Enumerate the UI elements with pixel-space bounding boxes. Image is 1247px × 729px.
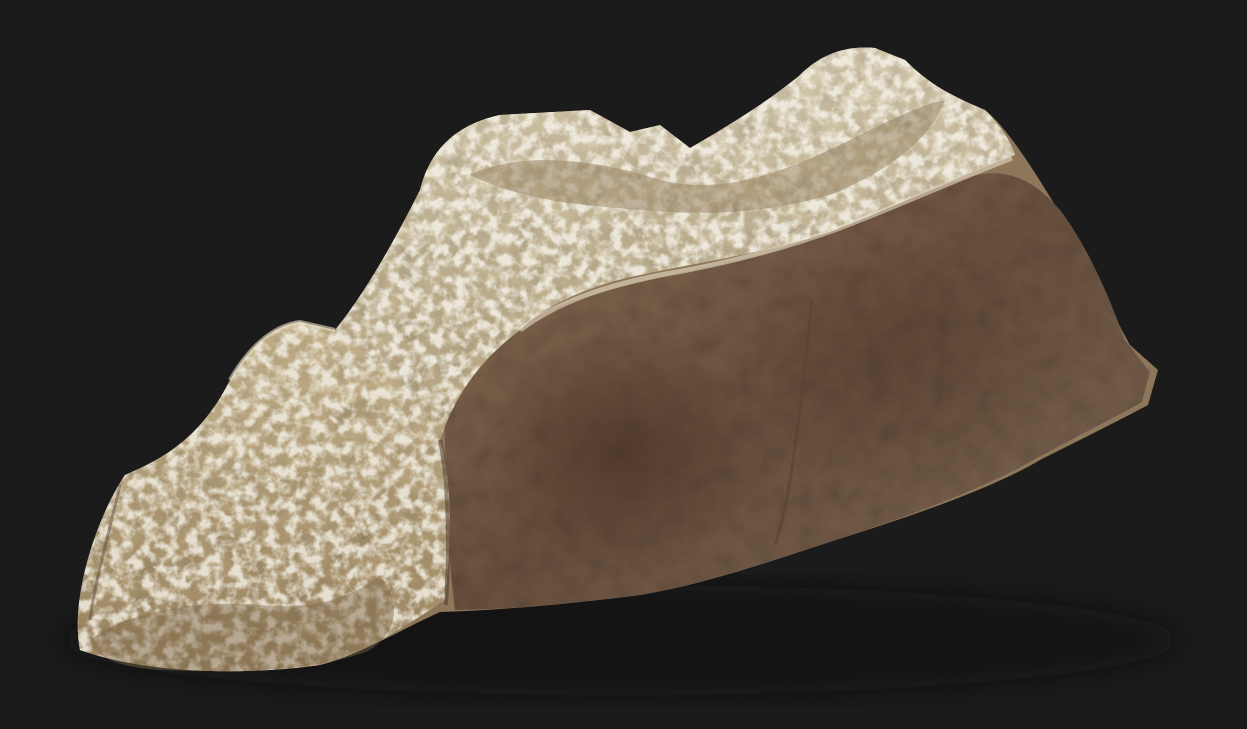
rock-model	[60, 47, 1180, 695]
render-viewport	[0, 0, 1247, 729]
rock-side-shade	[730, 230, 1070, 490]
rock-hollow-shade	[480, 330, 760, 570]
